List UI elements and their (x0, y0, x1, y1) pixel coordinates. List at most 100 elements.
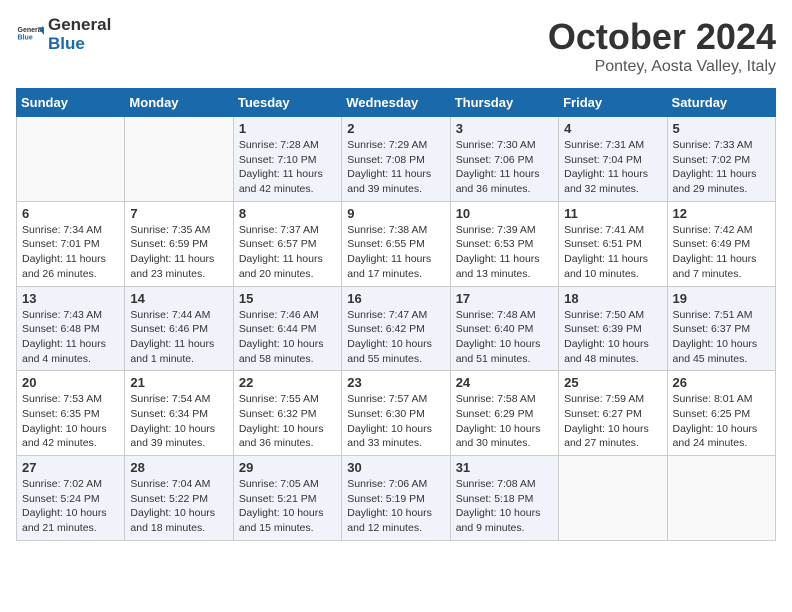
day-info: Sunrise: 7:51 AM Sunset: 6:37 PM Dayligh… (673, 308, 770, 367)
day-info: Sunrise: 7:38 AM Sunset: 6:55 PM Dayligh… (347, 223, 444, 282)
day-number: 11 (564, 206, 661, 221)
calendar-week-row: 27Sunrise: 7:02 AM Sunset: 5:24 PM Dayli… (17, 456, 776, 541)
calendar-cell (17, 117, 125, 202)
day-number: 17 (456, 291, 553, 306)
day-info: Sunrise: 7:44 AM Sunset: 6:46 PM Dayligh… (130, 308, 227, 367)
day-info: Sunrise: 7:31 AM Sunset: 7:04 PM Dayligh… (564, 138, 661, 197)
day-info: Sunrise: 7:41 AM Sunset: 6:51 PM Dayligh… (564, 223, 661, 282)
calendar-cell: 26 Sunrise: 8:01 AM Sunset: 6:25 PM Dayli… (667, 371, 775, 456)
weekday-header-saturday: Saturday (667, 89, 775, 117)
calendar-cell: 17Sunrise: 7:48 AM Sunset: 6:40 PM Dayli… (450, 286, 558, 371)
day-info: Sunrise: 7:54 AM Sunset: 6:34 PM Dayligh… (130, 392, 227, 451)
calendar-cell: 28Sunrise: 7:04 AM Sunset: 5:22 PM Dayli… (125, 456, 233, 541)
day-number: 22 (239, 375, 336, 390)
day-number: 24 (456, 375, 553, 390)
calendar-cell: 11 Sunrise: 7:41 AM Sunset: 6:51 PM Dayli… (559, 201, 667, 286)
calendar-cell: 8 Sunrise: 7:37 AM Sunset: 6:57 PM Daylig… (233, 201, 341, 286)
day-info: Sunrise: 7:57 AM Sunset: 6:30 PM Dayligh… (347, 392, 444, 451)
calendar-table: SundayMondayTuesdayWednesdayThursdayFrid… (16, 88, 776, 541)
logo-blue: Blue (48, 35, 111, 54)
day-info: Sunrise: 7:59 AM Sunset: 6:27 PM Dayligh… (564, 392, 661, 451)
day-number: 9 (347, 206, 444, 221)
day-number: 20 (22, 375, 119, 390)
day-info: Sunrise: 7:53 AM Sunset: 6:35 PM Dayligh… (22, 392, 119, 451)
weekday-header-row: SundayMondayTuesdayWednesdayThursdayFrid… (17, 89, 776, 117)
calendar-cell: 4 Sunrise: 7:31 AM Sunset: 7:04 PM Daylig… (559, 117, 667, 202)
calendar-cell: 16 Sunrise: 7:47 AM Sunset: 6:42 PM Dayli… (342, 286, 450, 371)
day-number: 23 (347, 375, 444, 390)
day-number: 3 (456, 121, 553, 136)
calendar-cell: 13 Sunrise: 7:43 AM Sunset: 6:48 PM Dayli… (17, 286, 125, 371)
logo-general: General (48, 16, 111, 35)
calendar-cell: 20 Sunrise: 7:53 AM Sunset: 6:35 PM Dayli… (17, 371, 125, 456)
calendar-cell: 12Sunrise: 7:42 AM Sunset: 6:49 PM Dayli… (667, 201, 775, 286)
calendar-week-row: 13 Sunrise: 7:43 AM Sunset: 6:48 PM Dayli… (17, 286, 776, 371)
day-number: 13 (22, 291, 119, 306)
day-info: Sunrise: 7:43 AM Sunset: 6:48 PM Dayligh… (22, 308, 119, 367)
logo: General Blue General Blue (16, 16, 111, 53)
calendar-cell: 30 Sunrise: 7:06 AM Sunset: 5:19 PM Dayli… (342, 456, 450, 541)
calendar-cell: 24Sunrise: 7:58 AM Sunset: 6:29 PM Dayli… (450, 371, 558, 456)
day-info: Sunrise: 7:35 AM Sunset: 6:59 PM Dayligh… (130, 223, 227, 282)
day-info: Sunrise: 7:29 AM Sunset: 7:08 PM Dayligh… (347, 138, 444, 197)
weekday-header-wednesday: Wednesday (342, 89, 450, 117)
day-info: Sunrise: 7:28 AM Sunset: 7:10 PM Dayligh… (239, 138, 336, 197)
calendar-cell: 25Sunrise: 7:59 AM Sunset: 6:27 PM Dayli… (559, 371, 667, 456)
day-info: Sunrise: 7:05 AM Sunset: 5:21 PM Dayligh… (239, 477, 336, 536)
day-info: Sunrise: 7:50 AM Sunset: 6:39 PM Dayligh… (564, 308, 661, 367)
calendar-cell: 15Sunrise: 7:46 AM Sunset: 6:44 PM Dayli… (233, 286, 341, 371)
page-header: General Blue General Blue October 2024 P… (16, 16, 776, 76)
calendar-cell: 19Sunrise: 7:51 AM Sunset: 6:37 PM Dayli… (667, 286, 775, 371)
day-info: Sunrise: 7:55 AM Sunset: 6:32 PM Dayligh… (239, 392, 336, 451)
day-number: 16 (347, 291, 444, 306)
day-info: Sunrise: 7:37 AM Sunset: 6:57 PM Dayligh… (239, 223, 336, 282)
weekday-header-sunday: Sunday (17, 89, 125, 117)
calendar-cell: 9 Sunrise: 7:38 AM Sunset: 6:55 PM Daylig… (342, 201, 450, 286)
day-number: 26 (673, 375, 770, 390)
day-info: Sunrise: 7:34 AM Sunset: 7:01 PM Dayligh… (22, 223, 119, 282)
weekday-header-thursday: Thursday (450, 89, 558, 117)
calendar-cell: 31Sunrise: 7:08 AM Sunset: 5:18 PM Dayli… (450, 456, 558, 541)
calendar-cell: 7 Sunrise: 7:35 AM Sunset: 6:59 PM Daylig… (125, 201, 233, 286)
calendar-cell (559, 456, 667, 541)
day-number: 8 (239, 206, 336, 221)
calendar-cell: 22 Sunrise: 7:55 AM Sunset: 6:32 PM Dayli… (233, 371, 341, 456)
day-info: Sunrise: 7:06 AM Sunset: 5:19 PM Dayligh… (347, 477, 444, 536)
calendar-cell: 18 Sunrise: 7:50 AM Sunset: 6:39 PM Dayli… (559, 286, 667, 371)
day-number: 10 (456, 206, 553, 221)
day-number: 18 (564, 291, 661, 306)
calendar-cell (667, 456, 775, 541)
logo-icon: General Blue (16, 21, 44, 49)
weekday-header-friday: Friday (559, 89, 667, 117)
calendar-cell: 2 Sunrise: 7:29 AM Sunset: 7:08 PM Daylig… (342, 117, 450, 202)
day-number: 4 (564, 121, 661, 136)
calendar-cell: 27Sunrise: 7:02 AM Sunset: 5:24 PM Dayli… (17, 456, 125, 541)
day-number: 6 (22, 206, 119, 221)
day-number: 2 (347, 121, 444, 136)
calendar-week-row: 20 Sunrise: 7:53 AM Sunset: 6:35 PM Dayli… (17, 371, 776, 456)
day-number: 28 (130, 460, 227, 475)
calendar-cell: 21Sunrise: 7:54 AM Sunset: 6:34 PM Dayli… (125, 371, 233, 456)
calendar-cell: 23 Sunrise: 7:57 AM Sunset: 6:30 PM Dayli… (342, 371, 450, 456)
day-info: Sunrise: 7:08 AM Sunset: 5:18 PM Dayligh… (456, 477, 553, 536)
day-info: Sunrise: 7:39 AM Sunset: 6:53 PM Dayligh… (456, 223, 553, 282)
day-number: 27 (22, 460, 119, 475)
calendar-cell (125, 117, 233, 202)
day-info: Sunrise: 7:47 AM Sunset: 6:42 PM Dayligh… (347, 308, 444, 367)
calendar-cell: 10 Sunrise: 7:39 AM Sunset: 6:53 PM Dayli… (450, 201, 558, 286)
calendar-week-row: 1 Sunrise: 7:28 AM Sunset: 7:10 PM Daylig… (17, 117, 776, 202)
calendar-cell: 6 Sunrise: 7:34 AM Sunset: 7:01 PM Daylig… (17, 201, 125, 286)
day-info: Sunrise: 7:33 AM Sunset: 7:02 PM Dayligh… (673, 138, 770, 197)
day-number: 12 (673, 206, 770, 221)
day-info: Sunrise: 7:46 AM Sunset: 6:44 PM Dayligh… (239, 308, 336, 367)
day-number: 14 (130, 291, 227, 306)
calendar-week-row: 6 Sunrise: 7:34 AM Sunset: 7:01 PM Daylig… (17, 201, 776, 286)
day-info: Sunrise: 8:01 AM Sunset: 6:25 PM Dayligh… (673, 392, 770, 451)
svg-text:Blue: Blue (18, 34, 33, 41)
calendar-cell: 3Sunrise: 7:30 AM Sunset: 7:06 PM Daylig… (450, 117, 558, 202)
title-block: October 2024 Pontey, Aosta Valley, Italy (548, 16, 776, 76)
day-number: 7 (130, 206, 227, 221)
location-subtitle: Pontey, Aosta Valley, Italy (548, 58, 776, 76)
day-number: 1 (239, 121, 336, 136)
day-number: 30 (347, 460, 444, 475)
